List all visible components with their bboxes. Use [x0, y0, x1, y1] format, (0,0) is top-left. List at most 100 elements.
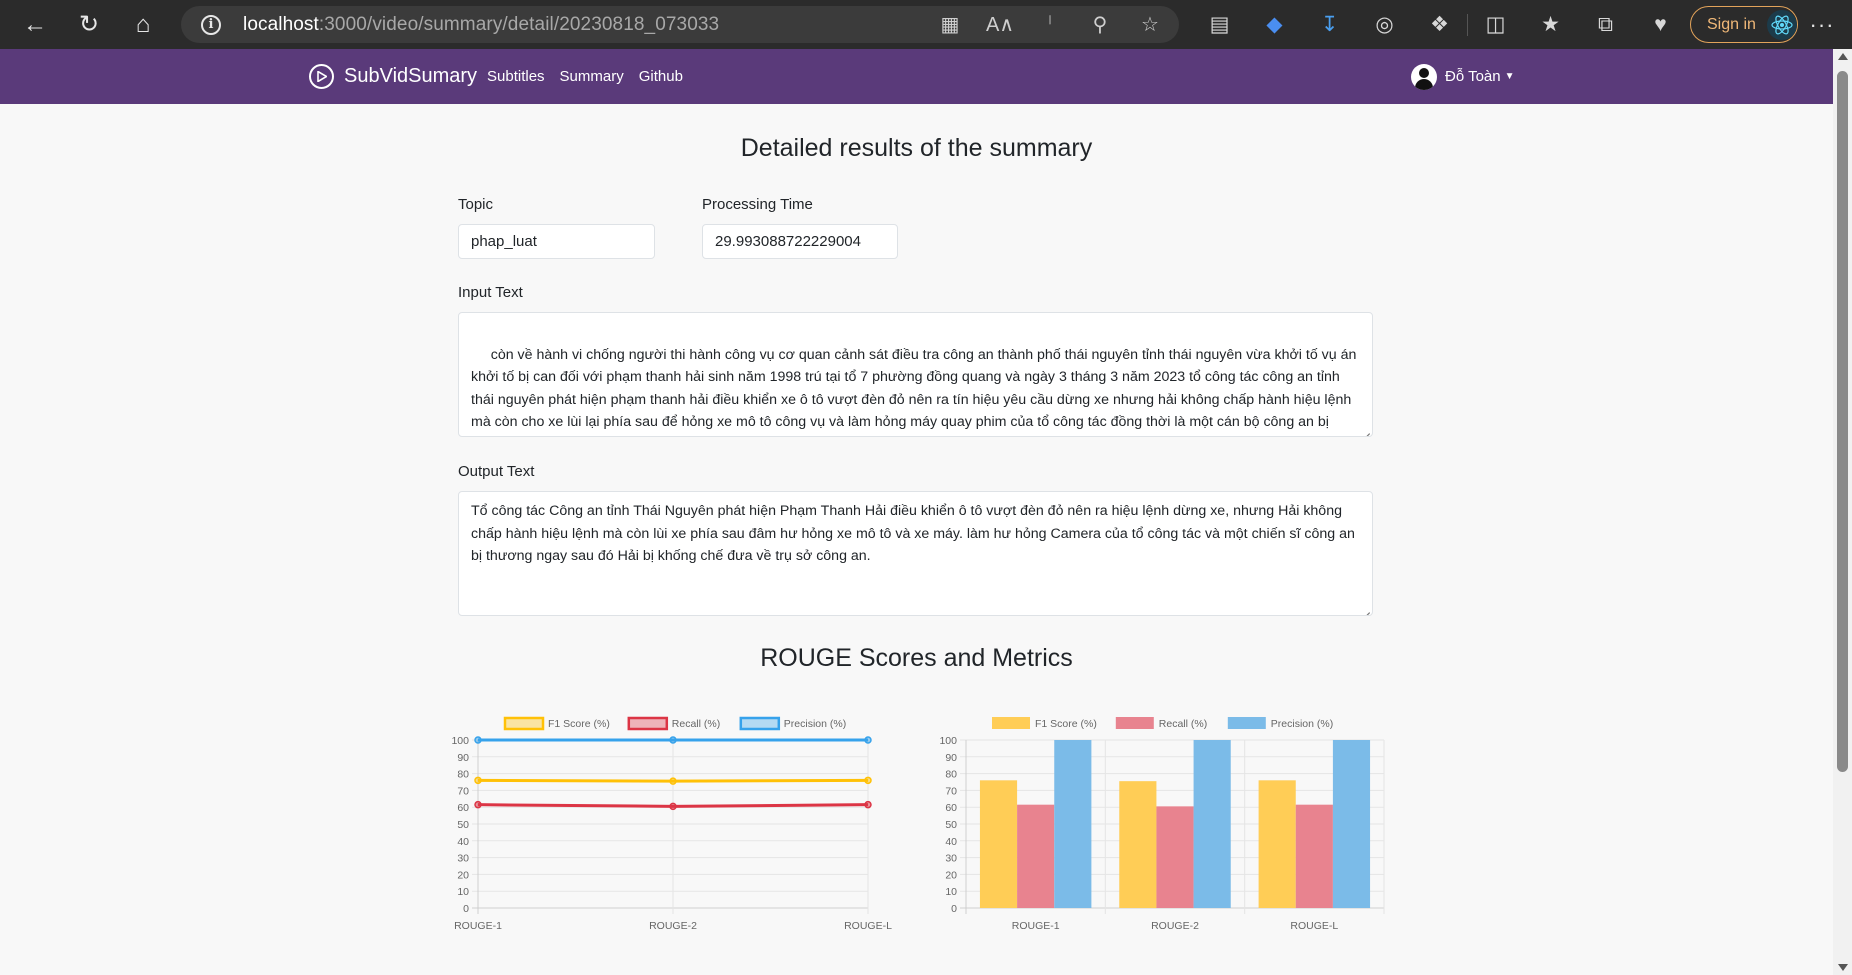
health-icon[interactable]: ♥ [1633, 13, 1688, 37]
legend-item-0: F1 Score (%) [992, 717, 1097, 730]
back-icon[interactable]: ← [8, 0, 62, 49]
user-name: Đỗ Toàn [1445, 68, 1501, 85]
site-info-icon[interactable]: i [201, 14, 221, 35]
y-tick-label: 30 [457, 853, 469, 865]
bar-ROUGE-L-1 [1295, 804, 1333, 908]
y-tick-label: 80 [457, 769, 469, 781]
metrics-title: ROUGE Scores and Metrics [760, 644, 1073, 672]
x-tick-label: ROUGE-2 [1151, 920, 1199, 932]
output-text-label: Output Text [458, 463, 535, 480]
legend-swatch [1227, 717, 1266, 729]
y-tick-label: 10 [457, 886, 469, 898]
y-tick-label: 80 [945, 769, 957, 781]
y-tick-label: 90 [945, 752, 957, 764]
y-tick-label: 100 [939, 735, 957, 747]
bar-ROUGE-2-0 [1119, 781, 1157, 908]
rouge-line-chart: F1 Score (%) Recall (%) Precision (%) 0 10 20… [440, 704, 910, 944]
favorite-star-icon[interactable]: ☆ [1133, 12, 1167, 37]
y-tick-label: 70 [457, 785, 469, 797]
x-tick-label: ROUGE-1 [1012, 920, 1060, 932]
topic-input[interactable]: phap_luat [458, 224, 655, 259]
address-bar[interactable]: i localhost:3000/video/summary/detail/20… [181, 6, 1179, 43]
legend-item-1: Recall (%) [1115, 717, 1207, 730]
scroll-down-icon[interactable] [1838, 964, 1848, 971]
legend-label: F1 Score (%) [548, 718, 610, 730]
browser-menu-icon[interactable]: ··· [1802, 0, 1842, 49]
bar-ROUGE-1-1 [1017, 804, 1055, 908]
legend-swatch [1115, 717, 1154, 729]
resize-handle-icon[interactable] [1360, 424, 1370, 434]
processing-time-input[interactable]: 29.993088722229004 [702, 224, 898, 259]
nav-link-summary[interactable]: Summary [560, 68, 624, 85]
y-tick-label: 0 [951, 903, 957, 915]
extension-blue-icon[interactable]: ◆ [1247, 12, 1302, 37]
y-tick-label: 0 [463, 903, 469, 915]
bar-ROUGE-1-2 [1054, 740, 1092, 908]
y-tick-label: 50 [945, 819, 957, 831]
caret-down-icon: ▼ [1504, 71, 1515, 82]
translate-icon[interactable]: ᛌ [1033, 13, 1067, 36]
user-avatar-icon [1411, 63, 1437, 90]
apps-icon[interactable]: ▦ [933, 12, 967, 37]
page-scrollbar[interactable] [1833, 49, 1852, 975]
y-tick-label: 40 [457, 836, 469, 848]
read-aloud-icon[interactable]: A∧ [983, 12, 1017, 37]
rouge-bar-chart: F1 Score (%) Recall (%) Precision (%) 0 10 20… [920, 704, 1390, 944]
extensions-puzzle-icon[interactable]: ❖ [1412, 12, 1467, 37]
favorites-icon[interactable]: ★ [1523, 12, 1578, 37]
legend-item-2: Precision (%) [1227, 717, 1333, 730]
main-content: Detailed results of the summary Topic ph… [0, 104, 1833, 975]
data-point [474, 776, 482, 785]
user-dropdown[interactable]: Đỗ Toàn ▼ [1411, 49, 1515, 104]
bar-ROUGE-1-0 [979, 780, 1018, 908]
scrollbar-thumb[interactable] [1837, 71, 1848, 772]
bar-ROUGE-2-2 [1193, 740, 1231, 908]
target-icon[interactable]: ◎ [1357, 12, 1412, 37]
x-tick-label: ROUGE-L [1290, 920, 1338, 932]
home-icon[interactable]: ⌂ [116, 0, 170, 49]
topic-label: Topic [458, 196, 494, 213]
nav-link-subtitles[interactable]: Subtitles [487, 68, 545, 85]
y-tick-label: 20 [457, 869, 469, 881]
data-point [669, 777, 677, 785]
split-screen-icon[interactable]: ◫ [1468, 12, 1523, 37]
react-devtools-icon[interactable] [1767, 10, 1797, 40]
download-icon[interactable]: ↧ [1302, 12, 1357, 37]
data-point [474, 800, 482, 809]
y-tick-label: 40 [945, 836, 957, 848]
input-textarea[interactable]: còn về hành vi chống người thi hành công… [458, 312, 1373, 437]
legend-item-1: Recall (%) [627, 716, 720, 731]
brand-name: SubVidSumary [344, 65, 478, 87]
legend-swatch [627, 716, 669, 731]
scroll-up-icon[interactable] [1838, 53, 1848, 60]
processing-time-value: 29.993088722229004 [715, 233, 861, 250]
output-textarea[interactable]: Tổ công tác Công an tỉnh Thái Nguyên phá… [458, 491, 1373, 616]
collections-icon[interactable]: ⧉ [1578, 13, 1633, 37]
nav-link-github[interactable]: Github [639, 68, 683, 85]
data-point [669, 736, 677, 744]
y-tick-label: 50 [457, 819, 469, 831]
reload-icon[interactable]: ↻ [62, 0, 116, 49]
play-circle-icon [309, 64, 334, 89]
url-text[interactable]: localhost:3000/video/summary/detail/2023… [243, 14, 719, 36]
app-navbar: SubVidSumary Subtitles Summary Github Đỗ… [0, 49, 1833, 104]
x-tick-label: ROUGE-L [844, 920, 892, 932]
line-chart-svg: F1 Score (%) Recall (%) Precision (%) 0 10 20… [451, 716, 892, 932]
bar-chart-svg: F1 Score (%) Recall (%) Precision (%) 0 10 20… [939, 717, 1385, 932]
react-logo-icon [1771, 15, 1793, 35]
sign-in-label: Sign in [1707, 15, 1756, 33]
zoom-out-icon[interactable]: ⚲ [1083, 12, 1117, 37]
bar-ROUGE-2-1 [1156, 806, 1194, 908]
legend-swatch [992, 717, 1030, 729]
bar-ROUGE-L-0 [1258, 780, 1296, 908]
brand-link[interactable]: SubVidSumary [309, 49, 477, 104]
data-point [864, 776, 872, 785]
legend-label: F1 Score (%) [1035, 718, 1097, 730]
url-path: :3000/video/summary/detail/20230818_0730… [318, 13, 720, 35]
document-icon[interactable]: ▤ [1192, 12, 1247, 37]
x-tick-label: ROUGE-1 [454, 920, 502, 932]
x-tick-label: ROUGE-2 [649, 920, 697, 932]
y-tick-label: 90 [457, 752, 469, 764]
resize-handle-icon[interactable] [1360, 603, 1370, 613]
y-tick-label: 30 [945, 853, 957, 865]
